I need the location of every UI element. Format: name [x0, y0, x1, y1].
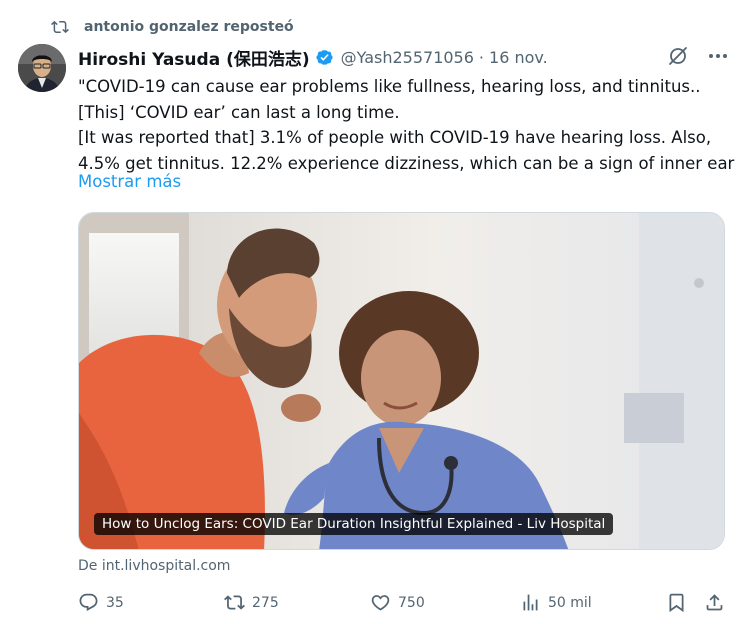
repost-icon — [224, 595, 245, 610]
tweet-date[interactable]: 16 nov. — [489, 48, 548, 67]
more-options-icon[interactable] — [706, 44, 730, 68]
reply-button[interactable]: 35 — [78, 592, 124, 613]
show-more-link[interactable]: Mostrar más — [78, 172, 181, 191]
verified-badge-icon[interactable] — [315, 48, 334, 67]
views-count: 50 mil — [548, 594, 592, 611]
repost-indicator[interactable]: antonio gonzalez reposteó — [50, 18, 294, 36]
card-caption: How to Unclog Ears: COVID Ear Duration I… — [94, 513, 614, 535]
separator: · — [478, 47, 485, 67]
repost-icon — [51, 20, 69, 34]
tweet-header: Hiroshi Yasuda (保田浩志) @Yash25571056 · 16… — [78, 44, 730, 70]
tweet-text-line: "COVID-19 can cause ear problems like fu… — [78, 77, 701, 96]
like-count: 750 — [398, 594, 425, 611]
tweet-text-line: [It was reported that] 3.1% of people wi… — [78, 128, 712, 147]
views-button[interactable]: 50 mil — [520, 592, 592, 613]
repost-count: 275 — [252, 594, 279, 611]
bookmark-button[interactable] — [666, 592, 694, 613]
like-button[interactable]: 750 — [370, 592, 425, 613]
card-image — [79, 213, 724, 549]
repost-text: antonio gonzalez reposteó — [84, 19, 294, 35]
bookmark-icon — [669, 593, 684, 613]
grok-icon[interactable] — [666, 44, 690, 68]
tweet-text-line: [This] ‘COVID ear’ can last a long time. — [78, 102, 400, 122]
reply-icon — [79, 593, 98, 611]
avatar[interactable] — [18, 44, 66, 92]
repost-button[interactable]: 275 — [224, 592, 279, 613]
share-button[interactable] — [704, 592, 732, 613]
action-bar: 35 275 750 50 mil — [78, 592, 730, 618]
views-chart-icon — [523, 594, 538, 611]
author-handle[interactable]: @Yash25571056 — [341, 48, 474, 67]
link-card[interactable]: How to Unclog Ears: COVID Ear Duration I… — [78, 212, 725, 550]
heart-icon — [371, 595, 390, 611]
card-source[interactable]: De int.livhospital.com — [78, 558, 230, 574]
author-name[interactable]: Hiroshi Yasuda (保田浩志) — [78, 45, 310, 70]
avatar-image — [18, 44, 66, 92]
tweet-text: "COVID-19 can cause ear problems like fu… — [78, 74, 738, 176]
share-icon — [706, 594, 723, 611]
reply-count: 35 — [106, 594, 124, 611]
